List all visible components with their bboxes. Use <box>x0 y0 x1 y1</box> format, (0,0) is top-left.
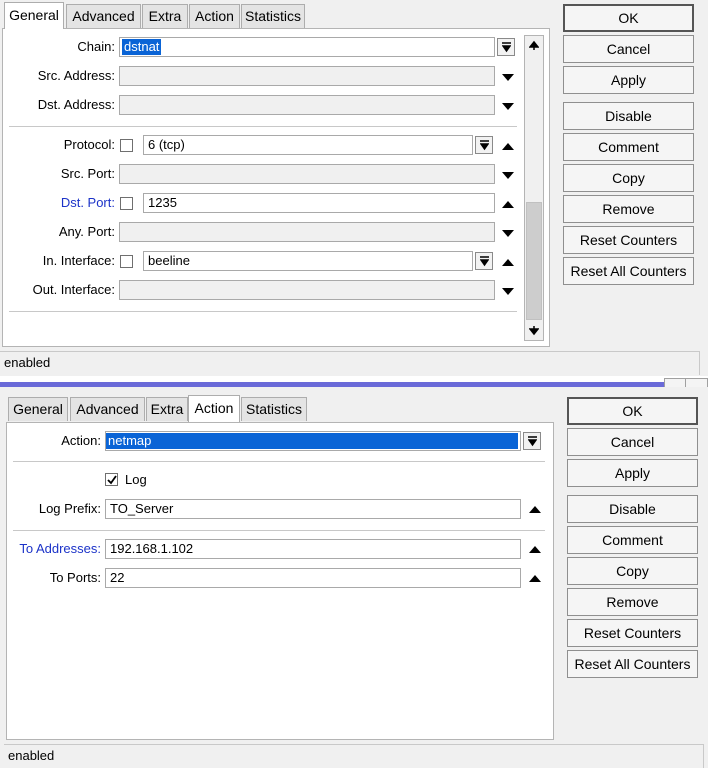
in-interface-label: In. Interface: <box>42 253 115 268</box>
nat-rule-window-general: General Advanced Extra Action Statistics… <box>0 0 708 376</box>
action-panel: Action: netmap Log Log Prefix: TO_Server… <box>6 422 554 740</box>
ok-button[interactable]: OK <box>567 397 698 425</box>
tab-action[interactable]: Action <box>188 395 240 422</box>
dst-address-field[interactable] <box>119 95 495 115</box>
action-dropdown-button[interactable] <box>523 432 541 450</box>
general-panel: Chain: dstnat Src. Address: Dst. Address… <box>2 28 550 347</box>
reset-all-counters-button[interactable]: Reset All Counters <box>567 650 698 678</box>
dst-address-label: Dst. Address: <box>37 97 115 112</box>
log-label: Log <box>125 472 147 487</box>
dropdown-arrow-icon <box>502 42 511 53</box>
collapse-in-interface-icon[interactable] <box>501 256 515 268</box>
protocol-field[interactable]: 6 (tcp) <box>143 135 473 155</box>
scroll-down-arrow-icon <box>529 326 539 336</box>
log-checkbox[interactable] <box>105 473 118 486</box>
checkmark-icon <box>107 475 117 485</box>
collapse-to-ports-icon[interactable] <box>528 572 542 584</box>
scrollbar-thumb[interactable] <box>526 202 542 320</box>
collapse-log-prefix-icon[interactable] <box>528 503 542 515</box>
expand-src-port-icon[interactable] <box>501 169 515 181</box>
out-interface-label: Out. Interface: <box>32 282 115 297</box>
tab-statistics[interactable]: Statistics <box>241 397 307 421</box>
tab-extra[interactable]: Extra <box>146 397 188 421</box>
reset-counters-button[interactable]: Reset Counters <box>563 226 694 254</box>
to-addresses-label: To Addresses: <box>19 541 101 556</box>
status-bar: enabled <box>0 351 700 375</box>
nat-rule-window-action: General Advanced Extra Action Statistics… <box>0 387 708 768</box>
src-address-field[interactable] <box>119 66 495 86</box>
collapse-dst-port-icon[interactable] <box>501 198 515 210</box>
dst-port-negate-checkbox[interactable] <box>120 197 133 210</box>
reset-all-counters-button[interactable]: Reset All Counters <box>563 257 694 285</box>
protocol-dropdown-button[interactable] <box>475 136 493 154</box>
chain-field[interactable]: dstnat <box>119 37 495 57</box>
copy-button[interactable]: Copy <box>563 164 694 192</box>
comment-button[interactable]: Comment <box>567 526 698 554</box>
chain-label: Chain: <box>77 39 115 54</box>
reset-counters-button[interactable]: Reset Counters <box>567 619 698 647</box>
scroll-up-button[interactable] <box>525 36 543 54</box>
section-divider <box>13 461 545 462</box>
section-divider <box>9 126 517 127</box>
disable-button[interactable]: Disable <box>563 102 694 130</box>
to-ports-label: To Ports: <box>49 570 101 585</box>
any-port-label: Any. Port: <box>58 224 115 239</box>
dropdown-arrow-icon <box>480 140 489 151</box>
dst-port-field[interactable]: 1235 <box>143 193 495 213</box>
in-interface-negate-checkbox[interactable] <box>120 255 133 268</box>
ok-button[interactable]: OK <box>563 4 694 32</box>
to-ports-field[interactable]: 22 <box>105 568 521 588</box>
expand-out-interface-icon[interactable] <box>501 285 515 297</box>
tab-advanced[interactable]: Advanced <box>66 4 141 28</box>
dropdown-arrow-icon <box>528 436 537 447</box>
chain-dropdown-button[interactable] <box>497 38 515 56</box>
status-bar: enabled <box>4 744 704 768</box>
cancel-button[interactable]: Cancel <box>563 35 694 63</box>
apply-button[interactable]: Apply <box>567 459 698 487</box>
copy-button[interactable]: Copy <box>567 557 698 585</box>
apply-button[interactable]: Apply <box>563 66 694 94</box>
to-addresses-field[interactable]: 192.168.1.102 <box>105 539 521 559</box>
tab-extra[interactable]: Extra <box>142 4 188 28</box>
dropdown-arrow-icon <box>480 256 489 267</box>
src-address-label: Src. Address: <box>37 68 115 83</box>
action-field[interactable]: netmap <box>105 431 521 451</box>
scroll-up-arrow-icon <box>529 40 539 50</box>
section-divider <box>13 530 545 531</box>
cancel-button[interactable]: Cancel <box>567 428 698 456</box>
expand-dst-address-icon[interactable] <box>501 100 515 112</box>
tab-advanced[interactable]: Advanced <box>70 397 145 421</box>
disable-button[interactable]: Disable <box>567 495 698 523</box>
tab-action[interactable]: Action <box>189 4 240 28</box>
remove-button[interactable]: Remove <box>563 195 694 223</box>
tab-general[interactable]: General <box>8 397 68 421</box>
log-prefix-field[interactable]: TO_Server <box>105 499 521 519</box>
tab-general[interactable]: General <box>4 2 64 29</box>
vertical-scrollbar[interactable] <box>524 35 544 341</box>
collapse-to-addresses-icon[interactable] <box>528 543 542 555</box>
src-port-field[interactable] <box>119 164 495 184</box>
tab-statistics[interactable]: Statistics <box>241 4 305 28</box>
out-interface-field[interactable] <box>119 280 495 300</box>
in-interface-dropdown-button[interactable] <box>475 252 493 270</box>
chain-value: dstnat <box>122 39 162 55</box>
action-label: Action: <box>61 433 101 448</box>
comment-button[interactable]: Comment <box>563 133 694 161</box>
section-divider <box>9 311 517 312</box>
expand-any-port-icon[interactable] <box>501 227 515 239</box>
in-interface-field[interactable]: beeline <box>143 251 473 271</box>
protocol-negate-checkbox[interactable] <box>120 139 133 152</box>
log-prefix-label: Log Prefix: <box>38 501 101 516</box>
expand-src-address-icon[interactable] <box>501 71 515 83</box>
src-port-label: Src. Port: <box>60 166 115 181</box>
protocol-label: Protocol: <box>63 137 115 152</box>
collapse-protocol-icon[interactable] <box>501 140 515 152</box>
scroll-down-button[interactable] <box>525 322 543 340</box>
dst-port-label: Dst. Port: <box>60 195 115 210</box>
action-value: netmap <box>106 433 518 449</box>
remove-button[interactable]: Remove <box>567 588 698 616</box>
any-port-field[interactable] <box>119 222 495 242</box>
